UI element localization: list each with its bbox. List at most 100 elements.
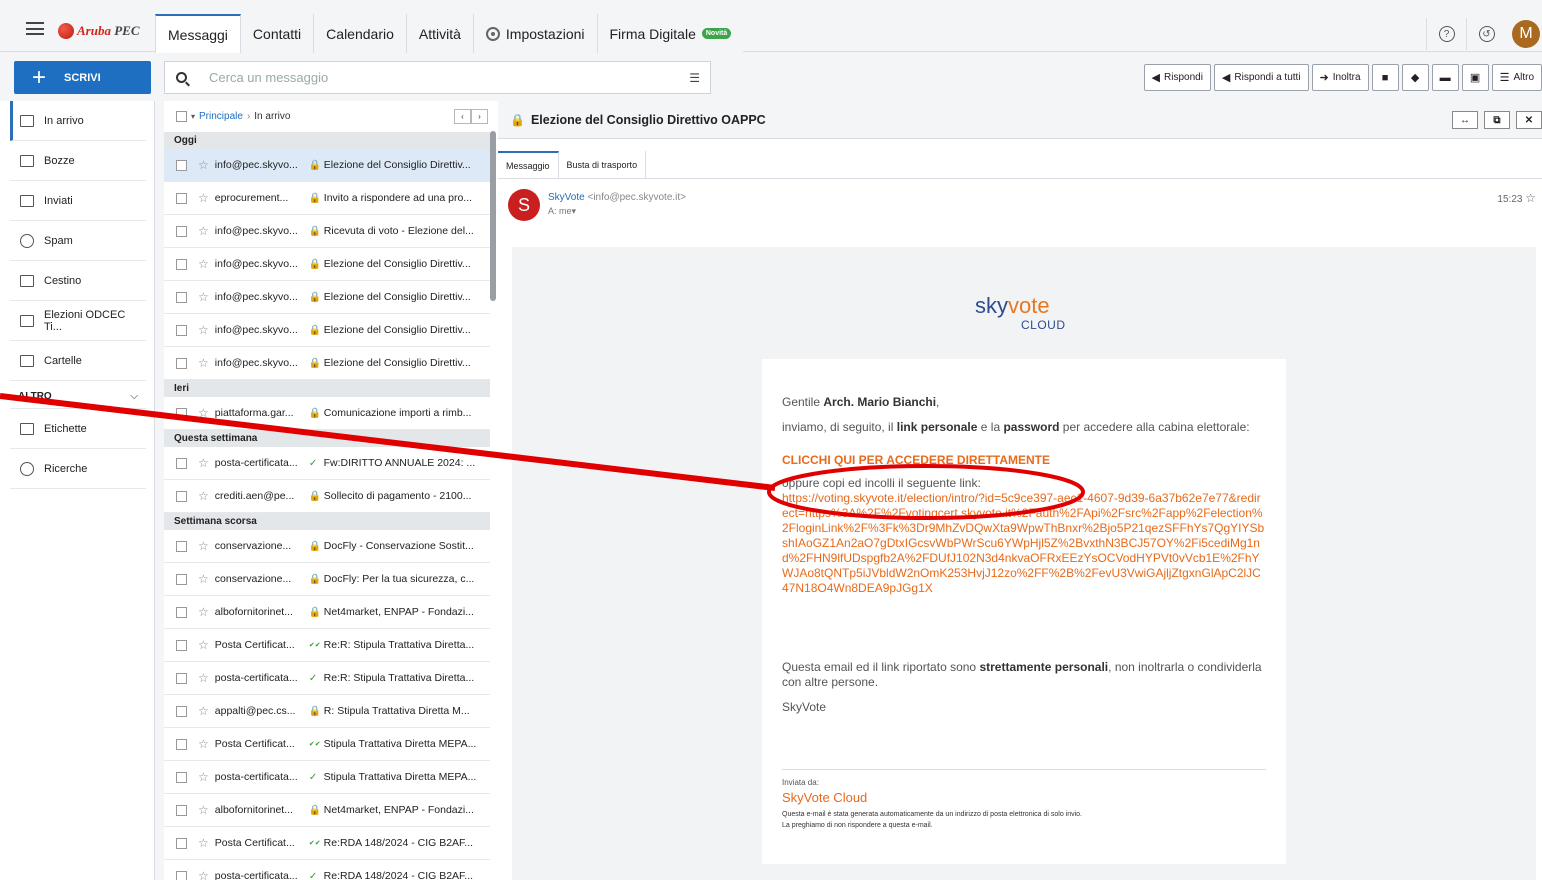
message-checkbox[interactable] <box>176 606 187 618</box>
voting-url[interactable]: https://voting.skyvote.it/election/intro… <box>782 491 1266 596</box>
message-checkbox[interactable] <box>176 837 187 849</box>
select-all-checkbox[interactable] <box>176 111 187 122</box>
star-icon[interactable]: ☆ <box>198 539 209 553</box>
sidebar-section-other[interactable]: ALTRO ⌵ <box>10 385 146 409</box>
star-icon[interactable]: ☆ <box>198 191 209 205</box>
sidebar-item-inbox[interactable]: In arrivo <box>10 101 146 141</box>
message-row[interactable]: ☆ posta-certificata... ✓ Re:R: Stipula Trat… <box>164 662 490 695</box>
message-checkbox[interactable] <box>176 324 187 336</box>
message-checkbox[interactable] <box>176 258 187 270</box>
tab-message[interactable]: Messaggio <box>498 151 559 179</box>
breadcrumb-root[interactable]: Principale <box>199 111 243 122</box>
message-row[interactable]: ☆ info@pec.skyvo... 🔒 Elezione del Consigli… <box>164 281 490 314</box>
sender-line[interactable]: SkyVote <info@pec.skyvote.it> <box>548 192 686 203</box>
message-row[interactable]: ☆ info@pec.skyvo... 🔒 Elezione del Consigli… <box>164 314 490 347</box>
prev-page-button[interactable]: ‹ <box>454 109 471 124</box>
user-avatar[interactable]: M <box>1512 20 1540 48</box>
message-row[interactable]: ☆ posta-certificata... ✓ Stipula Trattativa… <box>164 761 490 794</box>
star-icon[interactable]: ☆ <box>198 257 209 271</box>
close-button[interactable]: ✕ <box>1516 111 1542 129</box>
message-checkbox[interactable] <box>176 804 187 816</box>
message-checkbox[interactable] <box>176 291 187 303</box>
star-icon[interactable]: ☆ <box>198 290 209 304</box>
menu-icon[interactable] <box>26 22 44 35</box>
message-checkbox[interactable] <box>176 870 187 880</box>
reply-all-button[interactable]: ◀ Rispondi a tutti <box>1213 64 1309 91</box>
message-row[interactable]: ☆ info@pec.skyvo... 🔒 Elezione del Consigli… <box>164 149 490 182</box>
tab-envelope[interactable]: Busta di trasporto <box>559 151 647 179</box>
message-row[interactable]: ☆ piattaforma.gar... 🔒 Comunicazione import… <box>164 397 490 430</box>
star-icon[interactable]: ☆ <box>198 704 209 718</box>
message-checkbox[interactable] <box>176 159 187 171</box>
sidebar-item-trash[interactable]: Cestino <box>10 261 146 301</box>
message-checkbox[interactable] <box>176 738 187 750</box>
star-icon[interactable]: ☆ <box>1525 191 1536 205</box>
more-button[interactable]: ☰ Altro <box>1491 64 1542 91</box>
delete-button[interactable]: ■ <box>1371 64 1399 91</box>
message-checkbox[interactable] <box>176 407 187 419</box>
message-checkbox[interactable] <box>176 573 187 585</box>
recipient-line[interactable]: A: me▾ <box>548 206 686 217</box>
message-row[interactable]: ☆ posta-certificata... ✓ Re:RDA 148/2024 - … <box>164 860 490 880</box>
copy-button[interactable]: ▣ <box>1461 64 1489 91</box>
message-checkbox[interactable] <box>176 672 187 684</box>
message-row[interactable]: ☆ info@pec.skyvo... 🔒 Ricevuta di voto - El… <box>164 215 490 248</box>
star-icon[interactable]: ☆ <box>198 737 209 751</box>
search-input[interactable] <box>209 70 690 85</box>
star-icon[interactable]: ☆ <box>198 572 209 586</box>
message-checkbox[interactable] <box>176 705 187 717</box>
sidebar-item-folders[interactable]: Cartelle <box>10 341 146 381</box>
star-icon[interactable]: ☆ <box>198 671 209 685</box>
message-checkbox[interactable] <box>176 490 187 502</box>
forward-button[interactable]: ➜ Inoltra <box>1311 64 1369 91</box>
list-scrollbar-thumb[interactable] <box>490 131 496 301</box>
star-icon[interactable]: ☆ <box>198 406 209 420</box>
message-row[interactable]: ☆ albofornitorinet... 🔒 Net4market, ENPAP -… <box>164 596 490 629</box>
message-checkbox[interactable] <box>176 192 187 204</box>
history-button[interactable]: ↺ <box>1466 18 1506 50</box>
sidebar-item-drafts[interactable]: Bozze <box>10 141 146 181</box>
message-checkbox[interactable] <box>176 457 187 469</box>
sidebar-item-labels[interactable]: Etichette <box>10 409 146 449</box>
star-icon[interactable]: ☆ <box>198 224 209 238</box>
star-icon[interactable]: ☆ <box>198 605 209 619</box>
sidebar-item-sent[interactable]: Inviati <box>10 181 146 221</box>
compose-button[interactable]: + SCRIVI <box>14 61 151 94</box>
message-row[interactable]: ☆ info@pec.skyvo... 🔒 Elezione del Consigli… <box>164 347 490 380</box>
message-row[interactable]: ☆ crediti.aen@pe... 🔒 Sollecito di pagament… <box>164 480 490 513</box>
message-row[interactable]: ☆ info@pec.skyvo... 🔒 Elezione del Consigli… <box>164 248 490 281</box>
message-row[interactable]: ☆ conservazione... 🔒 DocFly: Per la tua sic… <box>164 563 490 596</box>
tab-digital-signature[interactable]: Firma Digitale Novità <box>597 14 744 53</box>
message-row[interactable]: ☆ Posta Certificat... ✔✔ Re:R: Stipula Trat… <box>164 629 490 662</box>
message-row[interactable]: ☆ albofornitorinet... 🔒 Net4market, ENPAP -… <box>164 794 490 827</box>
app-logo[interactable]: Aruba PEC <box>58 23 140 39</box>
message-row[interactable]: ☆ Posta Certificat... ✔✔ Re:RDA 148/2024 - … <box>164 827 490 860</box>
star-icon[interactable]: ☆ <box>198 158 209 172</box>
tab-messages[interactable]: Messaggi <box>155 14 241 54</box>
sidebar-item-searches[interactable]: Ricerche <box>10 449 146 489</box>
message-checkbox[interactable] <box>176 225 187 237</box>
star-icon[interactable]: ☆ <box>198 638 209 652</box>
move-button[interactable]: ▬ <box>1431 64 1459 91</box>
message-checkbox[interactable] <box>176 639 187 651</box>
star-icon[interactable]: ☆ <box>198 356 209 370</box>
tab-settings[interactable]: Impostazioni <box>473 14 598 53</box>
star-icon[interactable]: ☆ <box>198 456 209 470</box>
tab-activities[interactable]: Attività <box>406 14 474 53</box>
message-row[interactable]: ☆ appalti@pec.cs... 🔒 R: Stipula Trattativa… <box>164 695 490 728</box>
message-row[interactable]: ☆ Posta Certificat... ✔✔ Stipula Trattativa… <box>164 728 490 761</box>
select-dropdown-icon[interactable]: ▾ <box>191 112 195 121</box>
tag-button[interactable]: ◆ <box>1401 64 1429 91</box>
star-icon[interactable]: ☆ <box>198 803 209 817</box>
tab-contacts[interactable]: Contatti <box>240 14 315 53</box>
star-icon[interactable]: ☆ <box>198 836 209 850</box>
star-icon[interactable]: ☆ <box>198 770 209 784</box>
access-link[interactable]: CLICCHI QUI PER ACCEDERE DIRETTAMENTE <box>782 453 1266 468</box>
message-row[interactable]: ☆ conservazione... 🔒 DocFly - Conservazione… <box>164 530 490 563</box>
message-row[interactable]: ☆ posta-certificata... ✓ Fw:DIRITTO ANNUALE… <box>164 447 490 480</box>
star-icon[interactable]: ☆ <box>198 489 209 503</box>
message-row[interactable]: ☆ eprocurement... 🔒 Invito a rispondere ad … <box>164 182 490 215</box>
filter-icon[interactable]: ☰ <box>689 71 700 85</box>
help-button[interactable]: ? <box>1426 18 1466 50</box>
popout-button[interactable]: ⧉ <box>1484 111 1510 129</box>
